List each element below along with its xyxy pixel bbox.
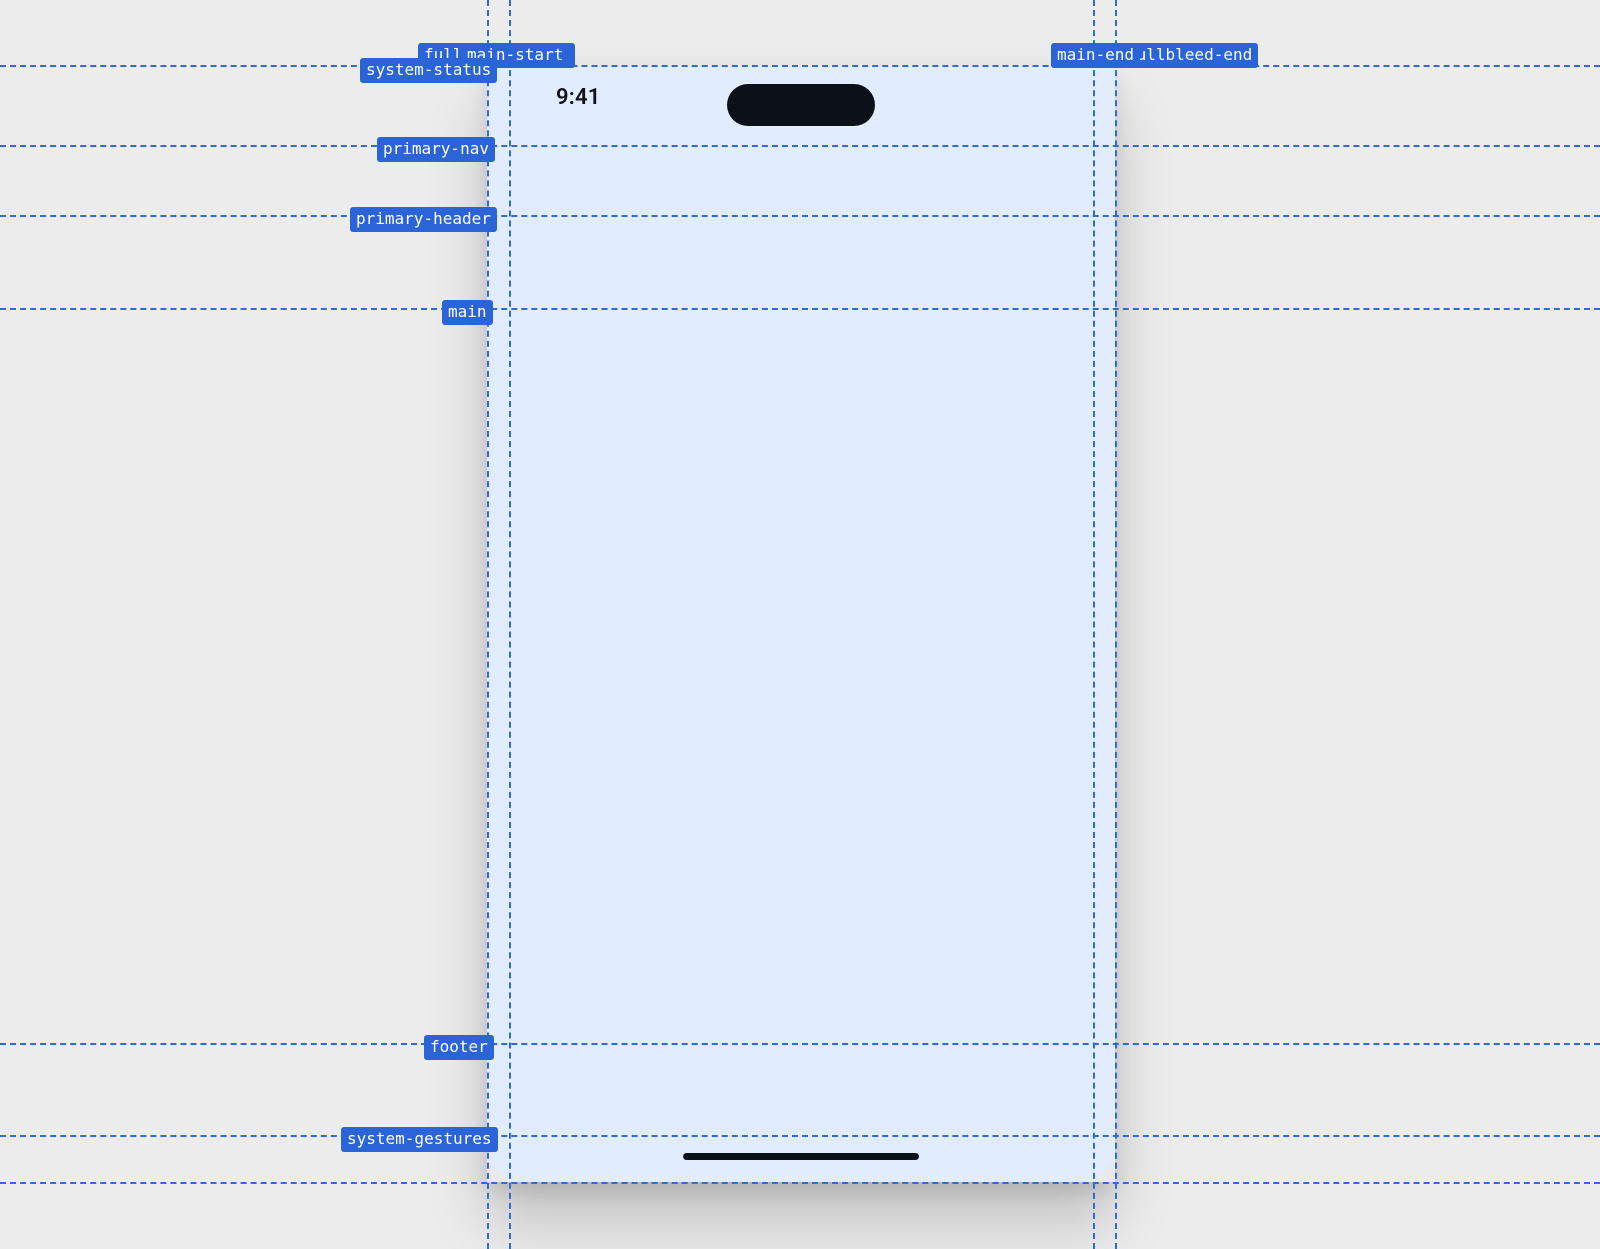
phone-corner-bottom-right [1093,1160,1115,1182]
guide-label-primary-header: primary-header [350,207,497,232]
guide-label-footer: footer [424,1035,494,1060]
layout-grid-diagram: 9:41 fullbleed-startfullbleed-endmain-st… [0,0,1600,1249]
hguide-bottom [0,1182,1600,1184]
guide-label-main-end: main-end [1051,43,1140,68]
phone-corner-bottom-left [487,1160,509,1182]
vguide-fullbleed-end [1115,0,1117,1249]
guide-label-system-status: system-status [360,58,497,83]
guide-label-system-gestures: system-gestures [341,1127,498,1152]
guide-label-primary-nav: primary-nav [377,137,495,162]
dynamic-island [727,84,875,126]
home-indicator [683,1153,919,1160]
guide-label-main: main [442,300,493,325]
guide-label-fullbleed-end: fullbleed-end [1121,43,1258,68]
status-time: 9:41 [556,85,601,110]
phone-frame: 9:41 [487,65,1115,1182]
